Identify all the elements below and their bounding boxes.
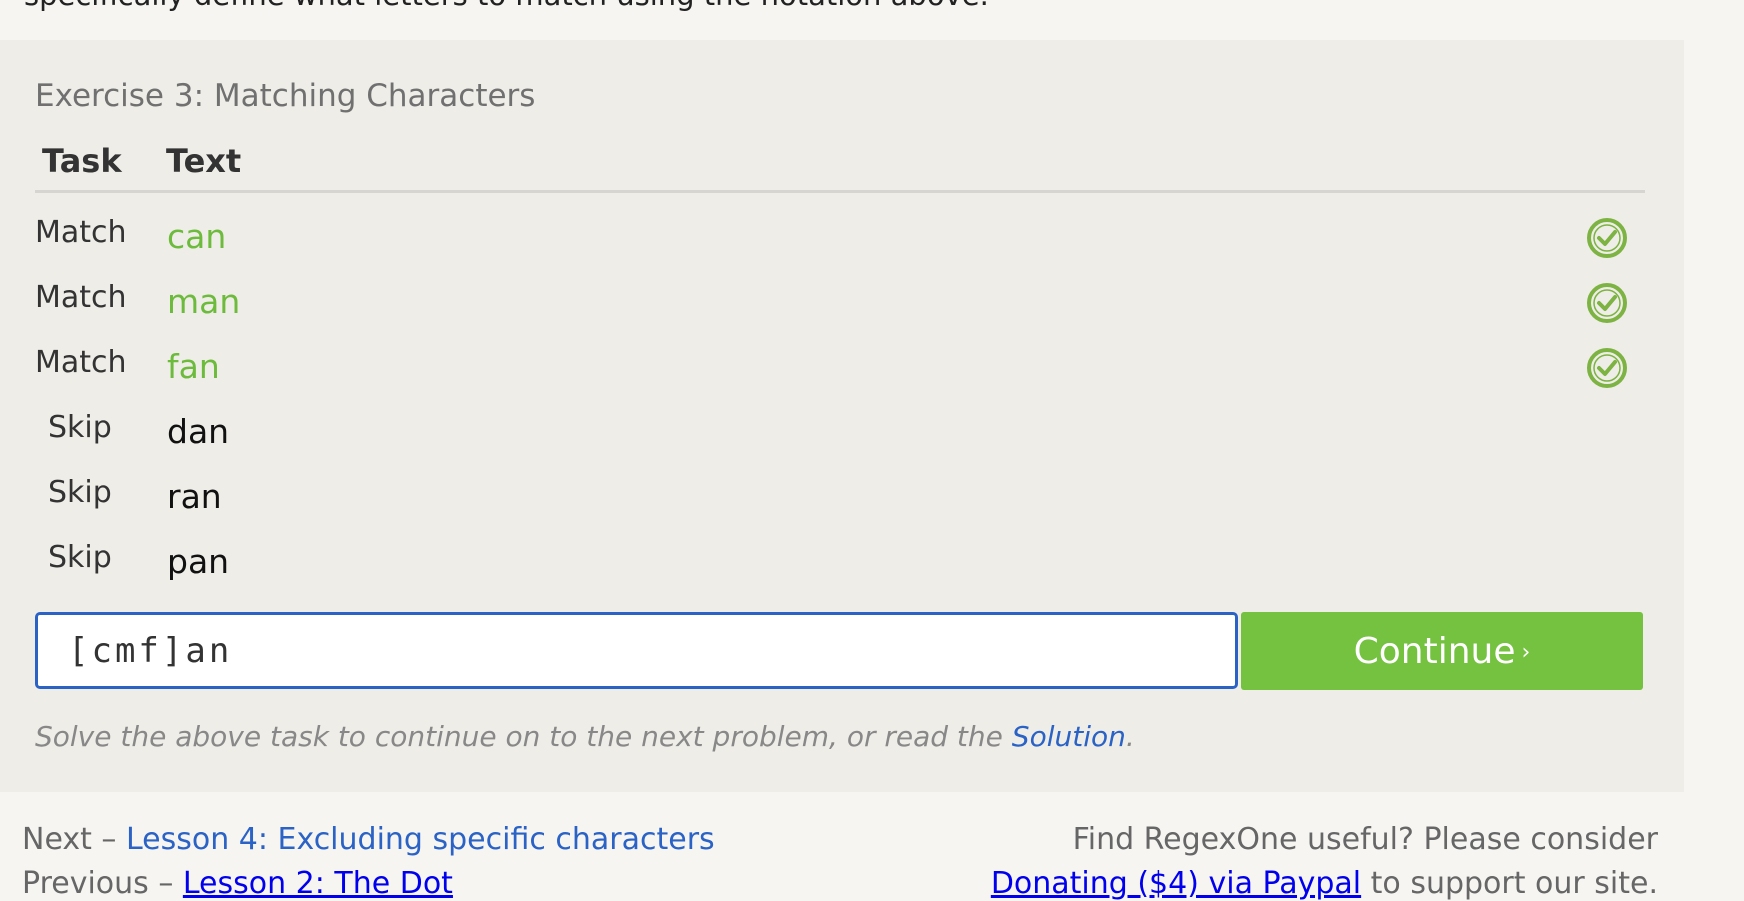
task-label: Match (35, 215, 127, 250)
task-row: Skip ran (0, 475, 1684, 535)
task-label: Skip (48, 410, 112, 445)
chevron-right-icon: › (1521, 639, 1531, 665)
task-label: Match (35, 345, 127, 380)
exercise-panel: Exercise 3: Matching Characters Task Tex… (0, 40, 1684, 792)
task-text: man (167, 282, 241, 321)
check-circle-icon (1587, 348, 1627, 388)
check-circle-icon (1587, 283, 1627, 323)
column-header-task: Task (42, 142, 122, 180)
task-row: Match man (0, 280, 1684, 340)
continue-button[interactable]: Continue › (1241, 612, 1643, 690)
task-label: Skip (48, 540, 112, 575)
donate-link[interactable]: Donating ($4) via Paypal (991, 866, 1361, 901)
lesson-intro-text: specifically define what letters to matc… (24, 0, 989, 12)
hint-prefix: Solve the above task to continue on to t… (35, 720, 1012, 753)
next-lesson-link[interactable]: Lesson 4: Excluding specific characters (126, 822, 715, 857)
header-divider (35, 190, 1645, 193)
task-row: Match can (0, 215, 1684, 275)
task-label: Skip (48, 475, 112, 510)
solution-link[interactable]: Solution (1012, 720, 1126, 753)
previous-prefix: Previous – (22, 866, 183, 901)
hint-suffix: . (1125, 720, 1135, 753)
donate-line: Donating ($4) via Paypal to support our … (991, 866, 1658, 901)
donate-suffix: to support our site. (1361, 866, 1658, 901)
exercise-title: Exercise 3: Matching Characters (35, 78, 536, 114)
next-lesson-nav: Next – Lesson 4: Excluding specific char… (22, 822, 715, 857)
next-prefix: Next – (22, 822, 126, 857)
task-text: ran (167, 477, 222, 516)
support-text: Find RegexOne useful? Please consider (1072, 822, 1658, 857)
task-text: dan (167, 412, 230, 451)
task-row: Skip pan (0, 540, 1684, 600)
task-row: Match fan (0, 345, 1684, 405)
check-circle-icon (1587, 218, 1627, 258)
task-label: Match (35, 280, 127, 315)
previous-lesson-link[interactable]: Lesson 2: The Dot (183, 866, 453, 901)
hint-text: Solve the above task to continue on to t… (35, 720, 1135, 753)
previous-lesson-nav: Previous – Lesson 2: The Dot (22, 866, 453, 901)
column-header-text: Text (166, 142, 242, 180)
task-text: fan (167, 347, 220, 386)
task-text: pan (167, 542, 230, 581)
regex-input[interactable] (35, 612, 1238, 689)
continue-label: Continue (1353, 630, 1516, 672)
task-row: Skip dan (0, 410, 1684, 470)
task-text: can (167, 217, 227, 256)
